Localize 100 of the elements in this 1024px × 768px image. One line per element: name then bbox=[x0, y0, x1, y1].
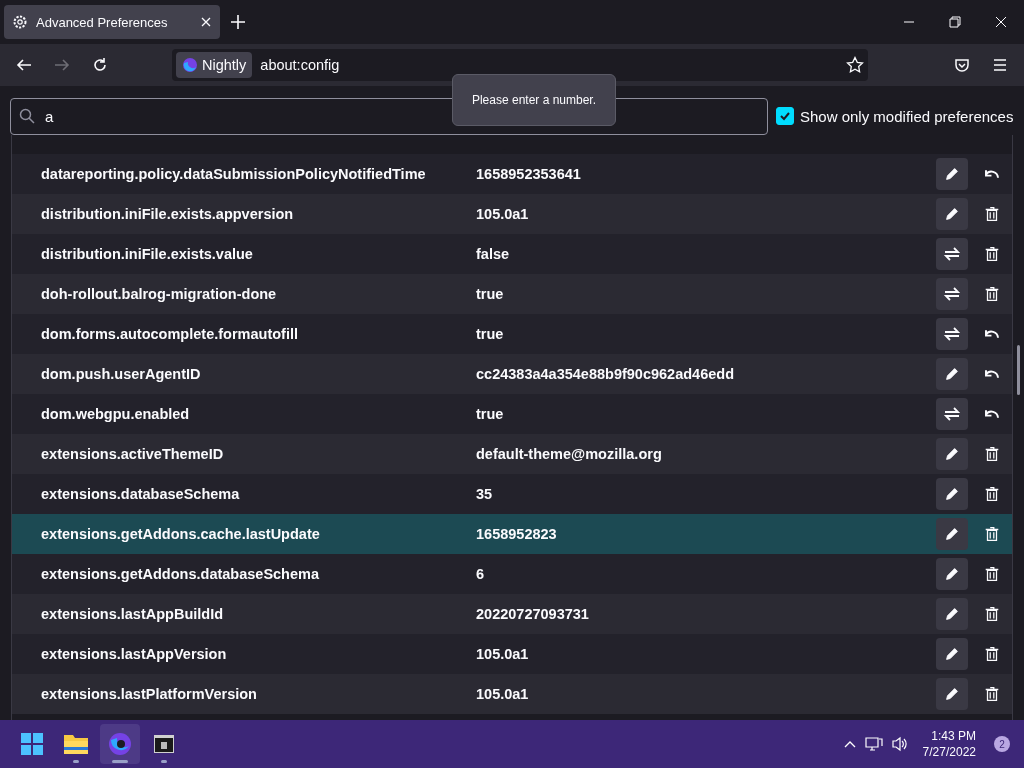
menu-icon[interactable] bbox=[992, 57, 1008, 73]
preference-name: extensions.lastPlatformVersion bbox=[40, 686, 258, 702]
forward-icon[interactable] bbox=[54, 57, 70, 73]
preference-value: 20220727093731 bbox=[476, 606, 590, 622]
trash-icon bbox=[983, 285, 1001, 303]
undo-icon bbox=[984, 408, 1000, 420]
toggle-button[interactable] bbox=[936, 238, 968, 270]
trash-icon bbox=[983, 205, 1001, 223]
clock-time[interactable]: 1:43 PM bbox=[931, 729, 976, 743]
trash-icon bbox=[983, 565, 1001, 583]
preference-value: 105.0a1 bbox=[476, 206, 530, 222]
search-icon bbox=[19, 108, 35, 124]
restore-icon[interactable] bbox=[949, 16, 961, 28]
close-icon[interactable] bbox=[200, 16, 212, 28]
preference-row[interactable]: extensions.getAddons.databaseSchema 6 bbox=[12, 554, 1012, 594]
checkmark-icon bbox=[779, 110, 791, 122]
scrollbar-thumb[interactable] bbox=[1017, 345, 1020, 395]
preference-value: 1658952823 bbox=[476, 526, 558, 542]
validation-tooltip: Please enter a number. bbox=[452, 74, 616, 126]
pocket-icon[interactable] bbox=[954, 57, 970, 73]
preference-row[interactable]: distribution.iniFile.exists.value false bbox=[12, 234, 1012, 274]
preference-name: extensions.lastAppBuildId bbox=[40, 606, 225, 622]
preference-row[interactable]: extensions.lastAppBuildId 20220727093731 bbox=[12, 594, 1012, 634]
undo-icon bbox=[984, 328, 1000, 340]
browser-icon[interactable] bbox=[107, 731, 133, 757]
pencil-icon bbox=[943, 645, 961, 663]
preference-row[interactable]: distribution.iniFile.exists.appversion 105.0a1 bbox=[12, 194, 1012, 234]
preference-value: true bbox=[476, 406, 505, 422]
preference-value: true bbox=[476, 286, 505, 302]
preference-value: 6 bbox=[476, 566, 486, 582]
undo-icon bbox=[984, 168, 1000, 180]
preference-value: 1658952353641 bbox=[476, 166, 582, 182]
preference-name: doh-rollout.balrog-migration-done bbox=[40, 286, 278, 302]
trash-icon bbox=[983, 245, 1001, 263]
network-icon[interactable] bbox=[864, 736, 883, 752]
edit-button[interactable] bbox=[936, 358, 968, 390]
new-tab-icon[interactable] bbox=[230, 14, 246, 30]
close-window-icon[interactable] bbox=[995, 16, 1007, 28]
edit-button[interactable] bbox=[936, 478, 968, 510]
pencil-icon bbox=[943, 565, 961, 583]
trash-icon bbox=[983, 485, 1001, 503]
edit-button[interactable] bbox=[936, 518, 968, 550]
preference-value: 105.0a1 bbox=[476, 646, 530, 662]
volume-icon[interactable] bbox=[890, 736, 909, 752]
preference-name: extensions.databaseSchema bbox=[40, 486, 241, 502]
edit-button[interactable] bbox=[936, 598, 968, 630]
pencil-icon bbox=[943, 685, 961, 703]
reload-icon[interactable] bbox=[92, 57, 108, 73]
preference-name: distribution.iniFile.exists.appversion bbox=[40, 206, 295, 222]
preference-name: extensions.activeThemeID bbox=[40, 446, 225, 462]
modified-checkbox[interactable]: Show only modified preferences bbox=[776, 107, 1014, 125]
browser-tab[interactable]: Advanced Preferences bbox=[4, 5, 220, 39]
preference-value: 35 bbox=[476, 486, 494, 502]
preference-name: dom.push.userAgentID bbox=[40, 366, 202, 382]
star-icon[interactable] bbox=[846, 56, 864, 74]
clock-date[interactable]: 7/27/2022 bbox=[922, 745, 976, 759]
notification-badge[interactable]: 2 bbox=[994, 736, 1010, 752]
preference-row[interactable]: dom.forms.autocomplete.formautofill true bbox=[12, 314, 1012, 354]
preference-value: 105.0a1 bbox=[476, 686, 530, 702]
preference-row[interactable]: extensions.lastAppVersion 105.0a1 bbox=[12, 634, 1012, 674]
preference-value: false bbox=[476, 246, 511, 262]
pencil-icon bbox=[943, 445, 961, 463]
preference-name: dom.forms.autocomplete.formautofill bbox=[40, 326, 299, 342]
back-icon[interactable] bbox=[16, 57, 32, 73]
preference-name: extensions.lastAppVersion bbox=[40, 646, 228, 662]
preference-row[interactable]: doh-rollout.balrog-migration-done true bbox=[12, 274, 1012, 314]
preference-row[interactable]: extensions.getAddons.cache.lastUpdate 1658952823 bbox=[12, 514, 1012, 554]
toggle-button[interactable] bbox=[936, 278, 968, 310]
undo-icon bbox=[984, 368, 1000, 380]
preference-value: cc24383a4a354e88b9f90c962ad46edd bbox=[476, 366, 735, 382]
pencil-icon bbox=[943, 205, 961, 223]
preference-row[interactable]: extensions.databaseSchema 35 bbox=[12, 474, 1012, 514]
identity-badge[interactable]: Nightly bbox=[176, 52, 253, 78]
edit-button[interactable] bbox=[936, 558, 968, 590]
terminal-icon[interactable] bbox=[153, 734, 175, 754]
trash-icon bbox=[983, 645, 1001, 663]
toggle-button[interactable] bbox=[936, 398, 968, 430]
pencil-icon bbox=[943, 365, 961, 383]
toggle-button[interactable] bbox=[936, 318, 968, 350]
preference-row[interactable]: extensions.lastPlatformVersion 105.0a1 bbox=[12, 674, 1012, 714]
start-icon[interactable] bbox=[20, 732, 44, 756]
address-bar[interactable]: Nightly about:config bbox=[172, 49, 868, 81]
url-text: about:config bbox=[260, 57, 341, 73]
preference-value: true bbox=[476, 326, 505, 342]
edit-button[interactable] bbox=[936, 158, 968, 190]
preference-row[interactable]: dom.push.userAgentID cc24383a4a354e88b9f90c962ad46edd bbox=[12, 354, 1012, 394]
trash-icon bbox=[983, 605, 1001, 623]
preference-row[interactable]: extensions.activeThemeID default-theme@mozilla.org bbox=[12, 434, 1012, 474]
edit-button[interactable] bbox=[936, 198, 968, 230]
folder-icon[interactable] bbox=[63, 733, 89, 755]
preference-name: extensions.getAddons.cache.lastUpdate bbox=[40, 526, 321, 542]
preference-value: default-theme@mozilla.org bbox=[476, 446, 663, 462]
edit-button[interactable] bbox=[936, 438, 968, 470]
preference-row[interactable]: datareporting.policy.dataSubmissionPolicyNotifiedTime 1658952353641 bbox=[12, 154, 1012, 194]
pencil-icon bbox=[943, 605, 961, 623]
edit-button[interactable] bbox=[936, 638, 968, 670]
preference-row[interactable]: dom.webgpu.enabled true bbox=[12, 394, 1012, 434]
edit-button[interactable] bbox=[936, 678, 968, 710]
preference-name: dom.webgpu.enabled bbox=[40, 406, 191, 422]
preference-name: extensions.getAddons.databaseSchema bbox=[40, 566, 320, 582]
